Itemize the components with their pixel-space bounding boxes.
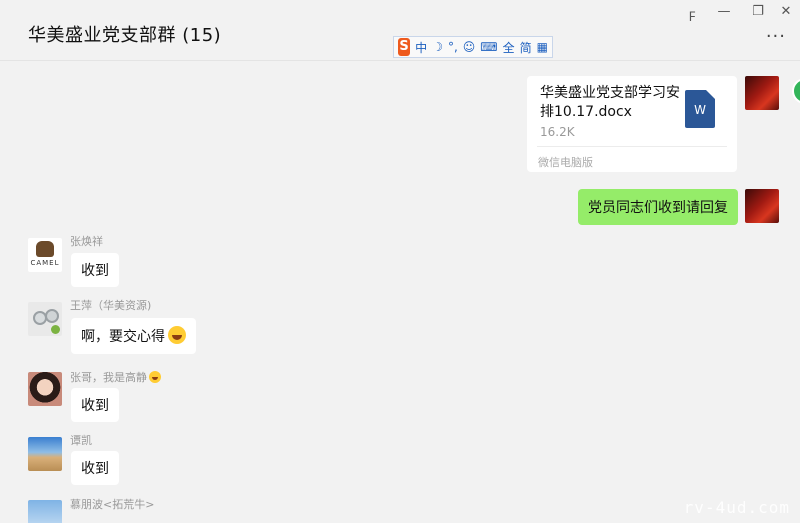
sogou-logo-icon[interactable]: S — [398, 38, 411, 56]
ime-emoji-icon[interactable]: ☺ — [463, 40, 476, 54]
member-avatar-sky[interactable] — [28, 500, 62, 523]
ime-chinese-mode[interactable]: 中 — [415, 39, 427, 56]
sender-name: 王萍（华美资源) — [70, 299, 152, 312]
member-message-bubble[interactable]: 收到 — [71, 451, 119, 485]
chat-title: 华美盛业党支部群 (15) — [28, 25, 222, 46]
member-avatar-beach[interactable] — [28, 437, 62, 471]
file-size: 16.2K — [540, 125, 575, 139]
ime-fullwidth-toggle[interactable]: 全 — [503, 39, 515, 56]
member-message-bubble[interactable]: 收到 — [71, 253, 119, 287]
camel-logo-text: CAMEL — [30, 259, 60, 267]
file-message-card[interactable]: 华美盛业党支部学习安排10.17.docx 16.2K W 微信电脑版 — [527, 76, 737, 172]
laughing-emoji-icon — [168, 326, 186, 344]
self-avatar[interactable] — [745, 189, 779, 223]
sender-name: 张焕祥 — [70, 235, 103, 248]
member-message-bubble[interactable]: 啊，要交心得 — [71, 318, 196, 354]
header-divider — [0, 60, 800, 61]
member-avatar-camel[interactable]: CAMEL — [28, 238, 62, 272]
minimize-button[interactable]: — — [714, 4, 734, 19]
sender-name: 谭凯 — [70, 434, 92, 447]
self-message-bubble[interactable]: 党员同志们收到请回复 — [578, 189, 738, 225]
ime-punctuation-icon[interactable]: °, — [448, 40, 458, 54]
file-card-divider — [537, 146, 727, 147]
ime-moon-icon[interactable]: ☽ — [432, 40, 443, 54]
sender-name: 张哥，我是高静 — [70, 369, 161, 385]
member-message-bubble[interactable]: 收到 — [71, 388, 119, 422]
self-avatar[interactable] — [745, 76, 779, 110]
file-name: 华美盛业党支部学习安排10.17.docx — [540, 85, 680, 120]
floating-action-icon[interactable] — [792, 78, 800, 104]
member-avatar-portrait[interactable] — [28, 372, 62, 406]
ime-toolbar[interactable]: S 中 ☽ °, ☺ ⌨ 全 简 ▦ — [393, 36, 553, 58]
ime-grid-icon[interactable]: ▦ — [537, 40, 548, 54]
close-button[interactable]: ✕ — [776, 4, 796, 19]
camel-logo-icon — [36, 241, 54, 257]
online-badge-icon — [51, 325, 60, 334]
ime-keyboard-icon[interactable]: ⌨ — [480, 40, 497, 54]
watermark: rv-4ud.com — [683, 498, 790, 517]
sender-name: 慕朋波<拓荒牛> — [70, 498, 155, 511]
pin-icon[interactable]: 𝈓 — [682, 4, 702, 27]
ime-simplified-toggle[interactable]: 简 — [520, 39, 532, 56]
more-options-icon[interactable]: ··· — [766, 26, 786, 47]
message-text: 啊，要交心得 — [81, 329, 165, 345]
file-source-label: 微信电脑版 — [538, 156, 593, 169]
maximize-button[interactable]: ❐ — [748, 4, 768, 19]
smile-emoji-icon — [149, 371, 161, 383]
word-document-icon: W — [685, 90, 715, 128]
member-avatar-watch[interactable] — [28, 302, 62, 336]
